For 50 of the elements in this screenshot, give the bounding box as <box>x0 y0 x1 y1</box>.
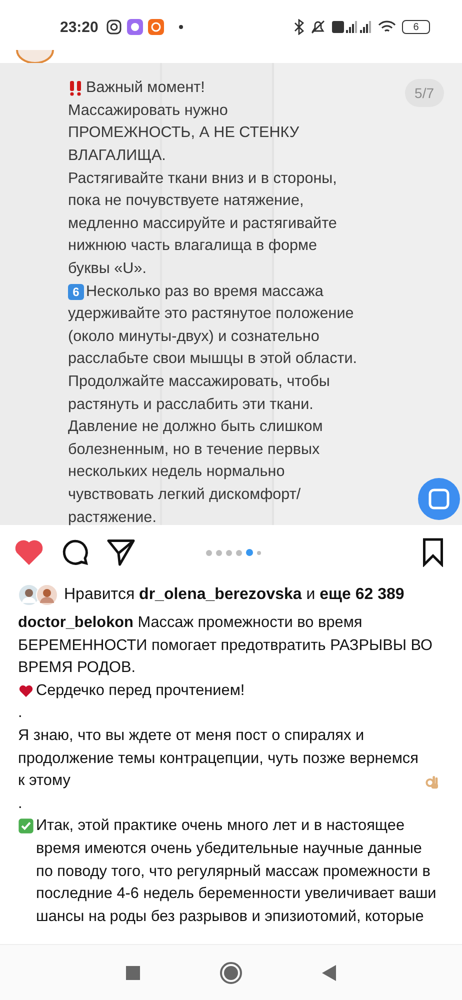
recent-apps-icon[interactable] <box>126 966 140 980</box>
muted-bell-icon <box>310 19 326 35</box>
slide-text: расслабьте свои мышцы в этой области. <box>68 350 358 368</box>
check-icon <box>18 818 34 834</box>
caption-text: doctor_belokon Массаж промежности во время БЕРЕМЕННОСТИ помогает предотвратить РАЗРЫВЫ ВО ВРЕМЯ РОДОВ. <box>18 613 434 678</box>
back-icon[interactable] <box>322 964 336 980</box>
slide-text: нескольких недель нормально <box>68 463 285 482</box>
slide-counter: 5/7 <box>404 79 444 107</box>
notification-dot-icon <box>179 25 184 29</box>
clock-time: 23:20 <box>60 18 98 36</box>
keycap-number: 6 <box>68 284 84 300</box>
caption-text: Сердечко перед прочтением! <box>36 680 245 701</box>
slide-text: пока не почувствуете натяжение, <box>68 192 304 210</box>
app-icon <box>127 19 144 35</box>
slide-text: буквы «U». <box>68 260 146 278</box>
heart-icon <box>18 682 34 699</box>
signal-icon <box>332 20 372 34</box>
floating-copy-button[interactable] <box>418 478 460 520</box>
slide-text: Важный момент! <box>86 79 205 98</box>
wifi-icon <box>378 20 396 34</box>
slide-text: растянуть и расслабить эти ткани. <box>68 396 314 414</box>
bluetooth-icon <box>294 19 304 35</box>
app-icon <box>148 19 164 35</box>
caption-text: . <box>18 703 22 724</box>
ok-hand-icon <box>424 774 440 790</box>
avatar <box>15 50 55 63</box>
likes-text: Нравится dr_olena_berezovska и еще 62 389 <box>64 586 404 604</box>
slide-text: Массажировать нужно <box>68 102 228 120</box>
avatar <box>36 584 58 606</box>
slide-text: медленно массируйте и растягивайте <box>68 214 337 233</box>
caption-text: . <box>18 794 22 814</box>
slide-text: Давление не должно быть слишком <box>68 418 323 436</box>
slide-text: (около минуты-двух) и сознательно <box>68 328 320 346</box>
slide-text: болезненным, но в течение первых <box>68 440 320 459</box>
slide-text: Несколько раз во время массажа <box>86 282 324 301</box>
slide-text: Продолжайте массажировать, чтобы <box>68 373 330 392</box>
camera-app-icon <box>106 19 122 35</box>
home-icon[interactable] <box>220 962 242 984</box>
slide-text: чувствовать легкий дискомфорт/ <box>68 486 301 504</box>
slide-text: нижнюю часть влагалища в форме <box>68 237 317 256</box>
caption-text: Итак, этой практике очень много лет и в настоящее время имеются очень убедительные научные данные по поводу того, что регулярный массаж промежности в последние 4-6 недель беременности увеличивает ваши шансы на роды без разрывов и эпизиотомий, которые <box>36 816 438 927</box>
share-icon[interactable] <box>106 536 136 566</box>
slide-text: ПРОМЕЖНОСТЬ, А НЕ СТЕНКУ <box>68 124 300 142</box>
slide-text: растяжение. <box>68 508 156 527</box>
slide-text: Растягивайте ткани вниз и в стороны, <box>68 170 337 188</box>
slide-text: ВЛАГАЛИЩА. <box>68 147 166 166</box>
battery-indicator: 6 <box>402 20 430 34</box>
slide-text: удерживайте это растянутое положение <box>68 305 354 324</box>
double-exclamation-icon <box>68 80 84 96</box>
caption-text: Я знаю, что вы ждете от меня пост о спиралях и продолжение темы контрацепции, чуть позже вернемся к этому <box>18 726 420 792</box>
